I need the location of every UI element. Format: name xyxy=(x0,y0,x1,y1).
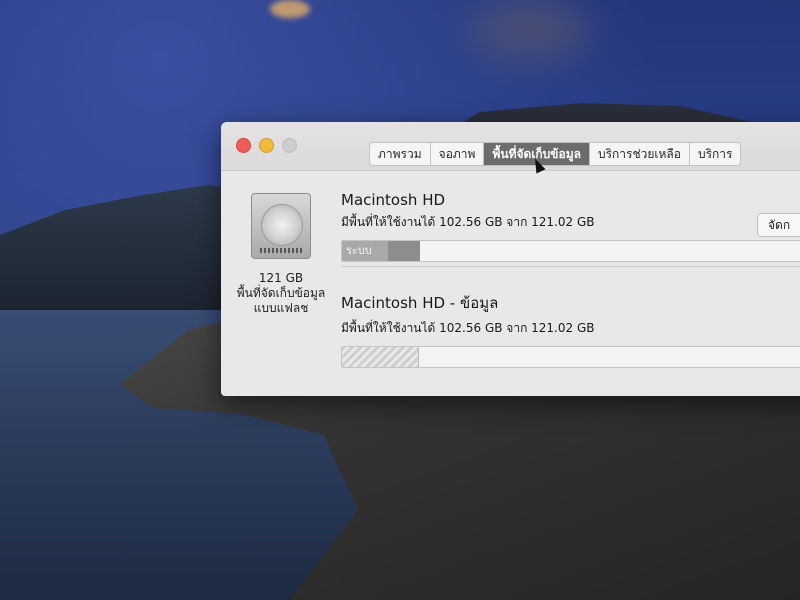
close-button[interactable] xyxy=(236,138,251,153)
storage-usage-bar[interactable] xyxy=(341,346,800,368)
hard-drive-platter xyxy=(261,204,303,246)
system-segment: ระบบ xyxy=(342,241,392,261)
volume-macintosh-hd: Macintosh HD มีพื้นที่ให้ใช้งานได้ 102.5… xyxy=(341,191,800,262)
hard-drive-vents xyxy=(260,248,302,253)
volume-available: มีพื้นที่ให้ใช้งานได้ 102.56 GB จาก 121.… xyxy=(341,321,595,335)
disk-capacity: 121 GB xyxy=(258,271,304,285)
manage-button[interactable]: จัดก xyxy=(757,213,800,237)
window-titlebar[interactable]: ภาพรวม จอภาพ พื้นที่จัดเก็บข้อมูล บริการ… xyxy=(221,122,800,174)
screen-glare xyxy=(270,0,310,18)
tab-displays[interactable]: จอภาพ xyxy=(431,143,485,165)
volume-divider xyxy=(341,266,800,267)
disk-summary: 121 GB พื้นที่จัดเก็บข้อมูล แบบแฟลช xyxy=(229,271,333,316)
tab-support[interactable]: บริการช่วยเหลือ xyxy=(590,143,690,165)
volume-macintosh-hd-data: Macintosh HD - ข้อมูล มีพื้นที่ให้ใช้งาน… xyxy=(341,291,800,368)
storage-panel: 121 GB พื้นที่จัดเก็บข้อมูล แบบแฟลช Maci… xyxy=(221,171,800,396)
tab-service[interactable]: บริการ xyxy=(690,143,741,165)
volume-name: Macintosh HD xyxy=(341,191,446,209)
storage-usage-bar[interactable]: ระบบ xyxy=(341,240,800,262)
minimize-button[interactable] xyxy=(259,138,274,153)
hard-drive-icon xyxy=(251,193,311,259)
calculating-segment xyxy=(342,347,419,367)
screen-glare-dim xyxy=(470,0,590,60)
disk-type-line2: แบบแฟลช xyxy=(253,301,309,315)
tab-bar: ภาพรวม จอภาพ พื้นที่จัดเก็บข้อมูล บริการ… xyxy=(369,142,742,166)
volume-name: Macintosh HD - ข้อมูล xyxy=(341,294,499,312)
zoom-button[interactable] xyxy=(282,138,297,153)
about-this-mac-window: ภาพรวม จอภาพ พื้นที่จัดเก็บข้อมูล บริการ… xyxy=(221,122,800,396)
tab-overview[interactable]: ภาพรวม xyxy=(370,143,431,165)
disk-type-line1: พื้นที่จัดเก็บข้อมูล xyxy=(236,286,326,300)
volume-available: มีพื้นที่ให้ใช้งานได้ 102.56 GB จาก 121.… xyxy=(341,215,595,229)
other-segment xyxy=(388,241,420,261)
